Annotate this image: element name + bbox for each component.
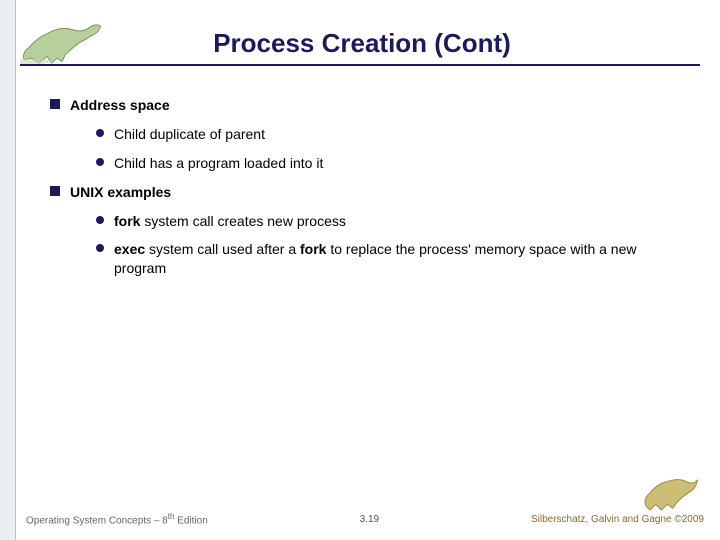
bullet-text: Address space <box>70 96 170 115</box>
subbullet-fork: fork system call creates new process <box>96 212 690 231</box>
slide-footer: Operating System Concepts – 8th Edition … <box>16 504 720 540</box>
subbullet-child-duplicate: Child duplicate of parent <box>96 125 690 144</box>
subbullet-exec: exec system call used after a fork to re… <box>96 240 690 278</box>
text-span: system call used after a <box>145 241 300 257</box>
footer-page-number: 3.19 <box>360 514 379 525</box>
footer-copyright: Silberschatz, Galvin and Gagne ©2009 <box>531 514 704 525</box>
round-bullet-icon <box>96 158 104 166</box>
square-bullet-icon <box>50 99 60 109</box>
text-span: system call creates new process <box>140 213 345 229</box>
left-strip <box>0 0 16 540</box>
round-bullet-icon <box>96 129 104 137</box>
dinosaur-top-icon <box>20 21 104 65</box>
bullet-address-space: Address space <box>50 96 690 115</box>
subbullet-child-program: Child has a program loaded into it <box>96 154 690 173</box>
subbullet-text: exec system call used after a fork to re… <box>114 240 690 278</box>
slide-header: Process Creation (Cont) <box>0 18 720 68</box>
slide-content: Address space Child duplicate of parent … <box>50 96 690 288</box>
bullet-unix-examples: UNIX examples <box>50 183 690 202</box>
subbullet-text: Child duplicate of parent <box>114 125 690 144</box>
keyword-exec: exec <box>114 241 145 257</box>
title-underline <box>20 64 700 66</box>
subbullet-text: fork system call creates new process <box>114 212 690 231</box>
square-bullet-icon <box>50 186 60 196</box>
keyword-fork-2: fork <box>300 241 326 257</box>
round-bullet-icon <box>96 244 104 252</box>
subbullet-text: Child has a program loaded into it <box>114 154 690 173</box>
footer-left: Operating System Concepts – 8th Edition <box>26 512 208 526</box>
slide-title: Process Creation (Cont) <box>114 28 720 59</box>
bullet-text: UNIX examples <box>70 183 171 202</box>
footer-left-text-b: Edition <box>174 515 207 526</box>
keyword-fork: fork <box>114 213 140 229</box>
round-bullet-icon <box>96 216 104 224</box>
footer-left-text-a: Operating System Concepts – 8 <box>26 515 168 526</box>
